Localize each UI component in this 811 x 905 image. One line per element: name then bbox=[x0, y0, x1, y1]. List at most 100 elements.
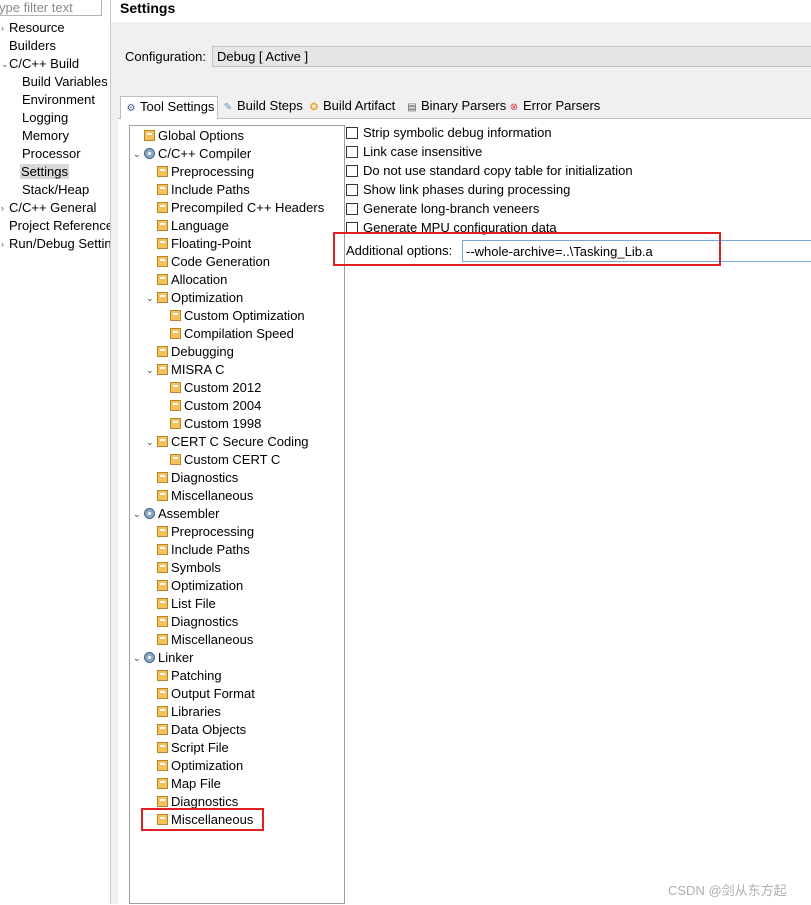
collapse-arrow-icon[interactable]: ⌄ bbox=[1, 55, 9, 73]
tree-item[interactable]: Custom CERT C bbox=[170, 451, 280, 469]
build-steps-icon: ✎ bbox=[223, 102, 233, 113]
filter-input[interactable] bbox=[0, 0, 102, 16]
option-checkbox-row[interactable]: Generate long-branch veneers bbox=[346, 200, 539, 219]
tree-item[interactable]: Debugging bbox=[157, 343, 234, 361]
tree-item[interactable]: Patching bbox=[157, 667, 222, 685]
tree-item[interactable]: Optimization bbox=[157, 289, 243, 307]
option-checkbox-row[interactable]: Strip symbolic debug information bbox=[346, 124, 552, 143]
configuration-select[interactable]: Debug [ Active ] bbox=[212, 46, 811, 67]
tree-item-label: Linker bbox=[158, 650, 194, 665]
expand-arrow-icon[interactable]: › bbox=[1, 235, 9, 253]
tab-tool-settings[interactable]: ⚙ Tool Settings bbox=[120, 96, 218, 119]
tree-item[interactable]: Compilation Speed bbox=[170, 325, 294, 343]
checkbox[interactable] bbox=[346, 184, 358, 196]
settings-page-icon bbox=[157, 490, 168, 501]
nav-item-environment[interactable]: Environment bbox=[22, 91, 95, 109]
tab-build-artifact[interactable]: ✪ Build Artifact bbox=[306, 96, 395, 118]
tree-item[interactable]: Map File bbox=[157, 775, 221, 793]
tree-item-label: Diagnostics bbox=[171, 470, 239, 485]
tree-item[interactable]: Libraries bbox=[157, 703, 221, 721]
settings-page-icon bbox=[157, 220, 168, 231]
tab-label: Build Steps bbox=[237, 98, 303, 113]
checkbox-label: Do not use standard copy table for initi… bbox=[363, 163, 633, 178]
tree-item[interactable]: Assembler bbox=[144, 505, 219, 523]
nav-item-project-references[interactable]: Project References bbox=[9, 217, 110, 235]
tree-item-label: Custom Optimization bbox=[184, 308, 305, 323]
tree-item[interactable]: Diagnostics bbox=[157, 613, 238, 631]
tree-item-label: Floating-Point bbox=[171, 236, 252, 251]
tree-item-label: Miscellaneous bbox=[171, 632, 254, 647]
tree-collapse-icon[interactable]: ⌄ bbox=[146, 361, 156, 379]
tree-item[interactable]: Miscellaneous bbox=[157, 487, 253, 505]
nav-item-builders[interactable]: Builders bbox=[9, 37, 56, 55]
tree-item[interactable]: CERT C Secure Coding bbox=[157, 433, 309, 451]
tree-collapse-icon[interactable]: ⌄ bbox=[133, 649, 143, 667]
option-checkbox-row[interactable]: Link case insensitive bbox=[346, 143, 482, 162]
nav-item-stack-heap[interactable]: Stack/Heap bbox=[22, 181, 89, 199]
checkbox[interactable] bbox=[346, 127, 358, 139]
tree-item[interactable]: Allocation bbox=[157, 271, 227, 289]
tree-item[interactable]: Symbols bbox=[157, 559, 221, 577]
tree-item[interactable]: Global Options bbox=[144, 127, 244, 145]
nav-item-resource[interactable]: Resource bbox=[9, 19, 65, 37]
tree-item[interactable]: Miscellaneous bbox=[157, 631, 253, 649]
tree-item[interactable]: Custom 2004 bbox=[170, 397, 261, 415]
checkbox[interactable] bbox=[346, 203, 358, 215]
nav-item-label: Stack/Heap bbox=[22, 182, 90, 197]
nav-item-settings[interactable]: Settings bbox=[20, 163, 69, 181]
tree-item[interactable]: Preprocessing bbox=[157, 523, 254, 541]
nav-item-processor[interactable]: Processor bbox=[22, 145, 81, 163]
tree-collapse-icon[interactable]: ⌄ bbox=[146, 433, 156, 451]
settings-page-icon bbox=[157, 688, 168, 699]
tree-item[interactable]: Diagnostics bbox=[157, 469, 238, 487]
settings-page-icon bbox=[157, 778, 168, 789]
tree-item[interactable]: List File bbox=[157, 595, 216, 613]
tree-collapse-icon[interactable]: ⌄ bbox=[133, 505, 143, 523]
tree-item[interactable]: Code Generation bbox=[157, 253, 270, 271]
tree-item[interactable]: Floating-Point bbox=[157, 235, 251, 253]
settings-page-icon bbox=[157, 292, 168, 303]
option-checkbox-row[interactable]: Show link phases during processing bbox=[346, 181, 570, 200]
settings-page-icon bbox=[157, 562, 168, 573]
nav-item-build-variables[interactable]: Build Variables bbox=[22, 73, 108, 91]
nav-item-run-debug-settings[interactable]: Run/Debug Settings bbox=[9, 235, 110, 253]
settings-page-icon bbox=[157, 526, 168, 537]
tree-item[interactable]: MISRA C bbox=[157, 361, 224, 379]
expand-arrow-icon[interactable]: › bbox=[1, 199, 9, 217]
tree-item[interactable]: Custom 1998 bbox=[170, 415, 261, 433]
tree-item[interactable]: Output Format bbox=[157, 685, 255, 703]
settings-page-icon bbox=[157, 544, 168, 555]
tree-collapse-icon[interactable]: ⌄ bbox=[146, 289, 156, 307]
option-checkbox-row[interactable]: Do not use standard copy table for initi… bbox=[346, 162, 633, 181]
tool-settings-tree[interactable]: Global Options ⌄ C/C++ Compiler Preprocessi… bbox=[129, 125, 345, 904]
settings-page-icon bbox=[157, 202, 168, 213]
nav-item-cpp-general[interactable]: C/C++ General bbox=[9, 199, 96, 217]
nav-item-cpp-build[interactable]: C/C++ Build bbox=[9, 55, 79, 73]
tree-item[interactable]: Optimization bbox=[157, 757, 243, 775]
tree-item[interactable]: Precompiled C++ Headers bbox=[157, 199, 324, 217]
nav-item-memory[interactable]: Memory bbox=[22, 127, 69, 145]
nav-item-logging[interactable]: Logging bbox=[22, 109, 68, 127]
tree-item[interactable]: Custom Optimization bbox=[170, 307, 305, 325]
tree-item-label: Custom 2012 bbox=[184, 380, 262, 395]
tree-item[interactable]: Preprocessing bbox=[157, 163, 254, 181]
tree-item[interactable]: Include Paths bbox=[157, 541, 250, 559]
expand-arrow-icon[interactable]: › bbox=[1, 19, 9, 37]
tab-build-steps[interactable]: ✎ Build Steps bbox=[220, 96, 303, 118]
tree-item[interactable]: C/C++ Compiler bbox=[144, 145, 251, 163]
configuration-label: Configuration: bbox=[125, 49, 206, 64]
tree-item[interactable]: Language bbox=[157, 217, 229, 235]
tab-error-parsers[interactable]: ⊗ Error Parsers bbox=[506, 96, 601, 118]
tree-item[interactable]: Data Objects bbox=[157, 721, 246, 739]
tree-item[interactable]: Script File bbox=[157, 739, 229, 757]
tree-item[interactable]: Optimization bbox=[157, 577, 243, 595]
tree-item[interactable]: Custom 2012 bbox=[170, 379, 261, 397]
settings-page-icon bbox=[157, 742, 168, 753]
tab-binary-parsers[interactable]: ▤ Binary Parsers bbox=[404, 96, 506, 118]
checkbox[interactable] bbox=[346, 146, 358, 158]
tree-item-label: C/C++ Compiler bbox=[158, 146, 252, 161]
tree-item[interactable]: Linker bbox=[144, 649, 193, 667]
tree-collapse-icon[interactable]: ⌄ bbox=[133, 145, 143, 163]
tree-item[interactable]: Include Paths bbox=[157, 181, 250, 199]
checkbox[interactable] bbox=[346, 165, 358, 177]
